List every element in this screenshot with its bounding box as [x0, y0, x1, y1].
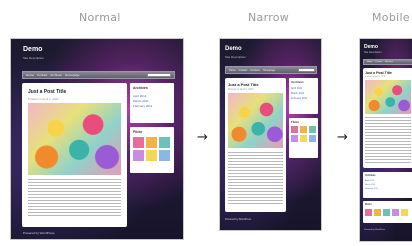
flickr-widget: Flickr — [289, 118, 318, 158]
arrow-right-icon: → — [337, 130, 348, 145]
nav-item-home[interactable]: Home — [26, 73, 34, 77]
flickr-thumbnail[interactable] — [146, 150, 157, 161]
post-body-text — [228, 152, 283, 204]
nav-item-contact[interactable]: Contact — [37, 73, 47, 77]
footer-text: Powered by WordPress — [364, 229, 385, 231]
archive-link[interactable]: April 2011 — [133, 94, 146, 98]
normal-layout-mockup: Demo Site Description Home Contact Archi… — [10, 38, 184, 240]
post-content: Just a Post Title Posted on April 1, 201… — [22, 83, 127, 227]
nav-item-archives[interactable]: Archives — [50, 73, 62, 77]
archive-link[interactable]: April 2011 — [365, 180, 374, 182]
site-tagline: Site Description — [364, 51, 382, 54]
nav-item-home[interactable]: Home — [367, 61, 372, 63]
search-input[interactable] — [147, 73, 171, 77]
flickr-thumbnail[interactable] — [401, 209, 408, 216]
flickr-thumbnail[interactable] — [146, 137, 157, 148]
search-input[interactable] — [298, 68, 315, 72]
nav-bar: Home Contact Archives — [363, 59, 412, 65]
post-title[interactable]: Just a Post Title — [28, 89, 66, 95]
site-title: Demo — [364, 44, 378, 50]
widget-title: Archives — [133, 86, 148, 90]
site-title: Demo — [225, 46, 242, 52]
flickr-thumbnail[interactable] — [309, 135, 316, 142]
post-illustration — [28, 103, 121, 175]
flickr-thumbnail[interactable] — [365, 209, 372, 216]
widget-title: Archives — [365, 174, 376, 177]
site-tagline: Site Description — [23, 56, 45, 60]
nav-item-contact[interactable]: Contact — [239, 69, 248, 72]
nav-item-archives[interactable]: Archives — [250, 69, 260, 72]
flickr-widget: Flickr — [363, 201, 412, 223]
heading-narrow: Narrow — [248, 11, 290, 24]
post-meta: Posted on April 1, 2011 — [228, 88, 254, 91]
post-meta: Posted on April 1, 2011 — [365, 76, 386, 78]
flickr-thumbnail[interactable] — [291, 135, 298, 142]
post-meta: Posted on April 1, 2011 — [28, 97, 59, 101]
nav-item-homepage[interactable]: Homepage — [65, 73, 80, 77]
archive-link[interactable]: March 2011 — [365, 184, 375, 186]
heading-normal: Normal — [79, 11, 121, 24]
widget-title: Flickr — [291, 120, 300, 124]
post-illustration — [365, 80, 411, 114]
narrow-layout-mockup: Demo Site Description Home Contact Archi… — [219, 38, 322, 231]
post-content: Just a Post Title Posted on April 1, 201… — [225, 78, 286, 212]
widget-title: Flickr — [365, 203, 372, 206]
post-title[interactable]: Just a Post Title — [365, 71, 392, 75]
footer-text: Powered by WordPress — [225, 218, 252, 221]
flickr-thumbnail[interactable] — [392, 209, 399, 216]
flickr-thumbnail[interactable] — [133, 150, 144, 161]
flickr-thumbnail[interactable] — [291, 126, 298, 133]
site-tagline: Site Description — [225, 55, 247, 59]
archive-link[interactable]: February 2011 — [291, 97, 307, 100]
post-title[interactable]: Just a Post Title — [228, 82, 259, 87]
nav-item-home[interactable]: Home — [229, 69, 236, 72]
archive-link[interactable]: March 2011 — [133, 99, 149, 103]
heading-mobile: Mobile — [372, 11, 410, 24]
site-title: Demo — [23, 46, 43, 53]
mobile-layout-mockup: Demo Site Description Home Contact Archi… — [359, 38, 412, 242]
flickr-thumbnail[interactable] — [374, 209, 381, 216]
flickr-thumbnail[interactable] — [300, 135, 307, 142]
post-illustration — [228, 93, 283, 148]
flickr-thumbnail[interactable] — [300, 126, 307, 133]
flickr-thumbnail[interactable] — [159, 150, 170, 161]
arrow-right-icon: → — [197, 130, 208, 145]
flickr-thumbnail[interactable] — [133, 137, 144, 148]
footer-text: Powered by WordPress — [23, 231, 55, 235]
post-body-text — [365, 117, 411, 163]
flickr-thumbnail[interactable] — [159, 137, 170, 148]
flickr-widget: Flickr — [130, 127, 174, 173]
archive-link[interactable]: February 2011 — [365, 188, 378, 190]
archive-link[interactable]: April 2011 — [291, 87, 302, 90]
post-body-text — [28, 179, 121, 217]
post-content: Just a Post Title Posted on April 1, 201… — [363, 68, 412, 168]
widget-title: Archives — [291, 80, 304, 84]
nav-item-contact[interactable]: Contact — [375, 61, 382, 63]
archive-link[interactable]: February 2011 — [133, 104, 152, 108]
archive-link[interactable]: March 2011 — [291, 92, 304, 95]
nav-item-archives[interactable]: Archives — [385, 61, 393, 63]
widget-title: Flickr — [133, 130, 143, 134]
flickr-thumbnail[interactable] — [309, 126, 316, 133]
archives-widget: Archives April 2011 March 2011 February … — [130, 83, 174, 123]
archives-widget: Archives April 2011 March 2011 February … — [363, 172, 412, 198]
archives-widget: Archives April 2011 March 2011 February … — [289, 78, 318, 114]
nav-item-homepage[interactable]: Homepage — [263, 69, 275, 72]
flickr-thumbnail[interactable] — [383, 209, 390, 216]
